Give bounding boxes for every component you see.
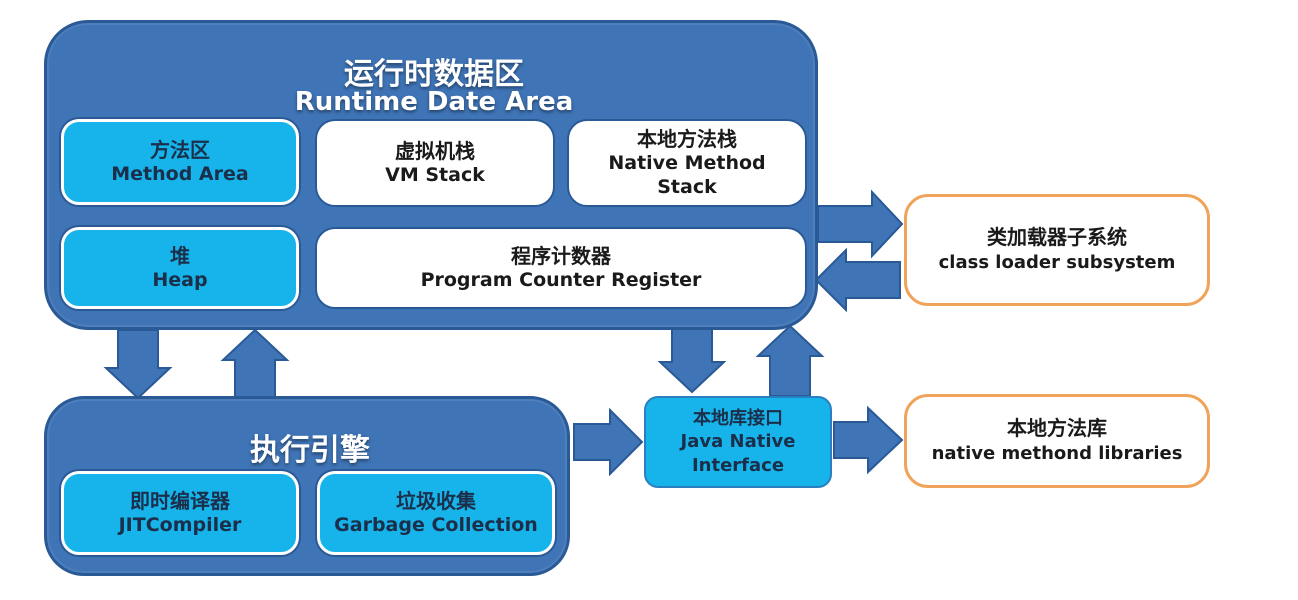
- execution-engine: 执行引擎 即时编译器 JITCompiler 垃圾收集 Garbage Coll…: [44, 396, 570, 576]
- arrow-classloader-to-runtime: [814, 247, 901, 313]
- runtime-data-area: 运行时数据区 Runtime Date Area 方法区 Method Area…: [44, 20, 818, 330]
- jit-compiler-box: 即时编译器 JITCompiler: [61, 471, 299, 555]
- program-counter-en: Program Counter Register: [420, 268, 702, 291]
- class-loader-box: 类加载器子系统 class loader subsystem: [904, 194, 1210, 306]
- jni-zh: 本地库接口: [693, 407, 783, 429]
- native-method-stack-zh: 本地方法栈: [637, 126, 737, 151]
- program-counter-box: 程序计数器 Program Counter Register: [317, 229, 805, 307]
- jni-box: 本地库接口 Java Native Interface: [644, 396, 832, 488]
- arrow-jni-to-runtime: [755, 324, 825, 397]
- garbage-collection-zh: 垃圾收集: [396, 488, 476, 513]
- method-area-box: 方法区 Method Area: [61, 119, 299, 205]
- method-area-en: Method Area: [111, 162, 249, 185]
- native-libraries-box: 本地方法库 native methond libraries: [904, 394, 1210, 488]
- arrow-engine-to-jni: [573, 407, 644, 477]
- runtime-title-en: Runtime Date Area: [294, 87, 574, 117]
- arrow-engine-to-runtime: [220, 328, 290, 401]
- native-method-stack-box: 本地方法栈 Native Method Stack: [569, 121, 805, 205]
- class-loader-en: class loader subsystem: [938, 252, 1176, 274]
- program-counter-zh: 程序计数器: [511, 243, 611, 268]
- jit-compiler-zh: 即时编译器: [130, 488, 230, 513]
- method-area-zh: 方法区: [150, 137, 210, 162]
- vm-stack-zh: 虚拟机栈: [395, 138, 475, 163]
- heap-en: Heap: [152, 268, 208, 291]
- jni-en-line1: Java Native: [680, 431, 796, 453]
- jni-en-line2: Interface: [691, 454, 785, 476]
- heap-zh: 堆: [170, 243, 190, 268]
- vm-stack-box: 虚拟机栈 VM Stack: [317, 121, 553, 205]
- garbage-collection-en: Garbage Collection: [334, 513, 538, 536]
- engine-title-zh: 执行引擎: [250, 433, 370, 468]
- native-method-stack-en-line1: Native Method: [608, 151, 766, 174]
- arrow-runtime-to-jni: [657, 327, 727, 394]
- vm-stack-en: VM Stack: [385, 163, 485, 186]
- heap-box: 堆 Heap: [61, 227, 299, 309]
- native-libraries-en: native methond libraries: [931, 443, 1183, 465]
- class-loader-zh: 类加载器子系统: [987, 225, 1127, 250]
- jit-compiler-en: JITCompiler: [118, 513, 242, 536]
- arrow-runtime-to-classloader: [817, 189, 904, 259]
- arrow-jni-to-libraries: [833, 405, 904, 475]
- arrow-runtime-to-engine: [103, 329, 173, 400]
- native-method-stack-en-line2: Stack: [657, 175, 717, 198]
- garbage-collection-box: 垃圾收集 Garbage Collection: [317, 471, 555, 555]
- native-libraries-zh: 本地方法库: [1007, 416, 1107, 441]
